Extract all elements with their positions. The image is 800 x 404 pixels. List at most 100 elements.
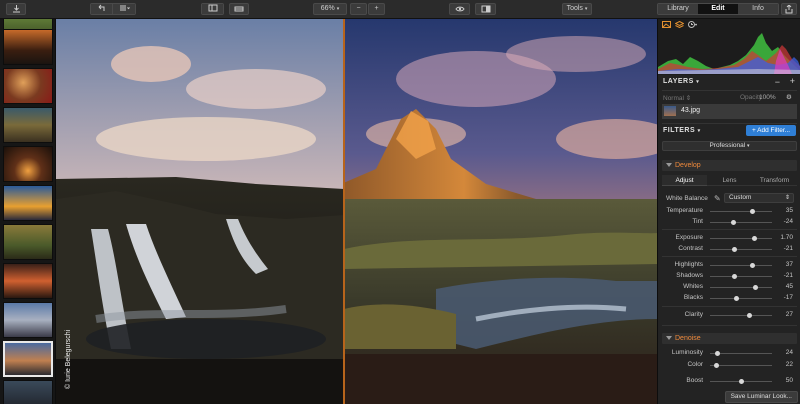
workspace-select[interactable]: Professional ▾ (662, 141, 797, 151)
contrast-value[interactable]: -21 (784, 245, 793, 252)
highlights-slider-handle[interactable] (750, 263, 756, 268)
thumbnail[interactable] (3, 68, 53, 104)
layer-settings-icon[interactable]: ⚙ (786, 93, 792, 101)
clarity-slider-handle[interactable] (746, 313, 752, 318)
blacks-slider[interactable] (710, 298, 772, 299)
opacity-value[interactable]: 100% (759, 94, 776, 101)
color-slider-handle[interactable] (714, 363, 720, 368)
clarity-slider[interactable] (710, 315, 772, 316)
zoom-select[interactable]: 66% ▾ (313, 3, 347, 15)
shadows-slider-handle[interactable] (732, 274, 738, 279)
tint-value[interactable]: -24 (784, 218, 793, 225)
temperature-value[interactable]: 35 (786, 207, 793, 214)
thumbnail[interactable] (3, 185, 53, 221)
eye-icon (454, 6, 465, 12)
highlights-value[interactable]: 37 (786, 261, 793, 268)
exposure-value[interactable]: 1.70 (780, 234, 793, 241)
thumbnail[interactable] (3, 302, 53, 338)
filter-header-denoise[interactable]: Denoise (662, 333, 797, 344)
boost-slider-handle[interactable] (738, 379, 744, 384)
histogram-graph (658, 33, 800, 74)
share-button[interactable] (781, 3, 797, 15)
add-filter-button[interactable]: + Add Filter... (746, 125, 796, 136)
filmstrip-toggle-button[interactable] (229, 3, 249, 15)
panel-layout-button[interactable] (202, 4, 223, 14)
thumbnail-selected[interactable] (3, 341, 53, 377)
history-list-button[interactable] (112, 4, 135, 14)
layer-row[interactable]: 43.jpg (662, 104, 797, 119)
whites-label: Whites (683, 283, 703, 290)
add-layer-button[interactable]: + (790, 76, 795, 86)
exposure-slider[interactable] (710, 238, 772, 239)
mode-tabs: Library Edit Info (657, 3, 779, 15)
color-value[interactable]: 22 (786, 361, 793, 368)
eyedropper-icon[interactable]: ✎ (714, 194, 721, 203)
undo-button[interactable] (91, 4, 112, 14)
tools-menu[interactable]: Tools ▾ (562, 3, 592, 15)
download-icon (12, 5, 20, 13)
white-balance-value: Custom (729, 194, 752, 201)
group-divider (662, 256, 797, 257)
thumbnail[interactable] (3, 380, 53, 404)
tab-library[interactable]: Library (658, 4, 698, 14)
zoom-in-button[interactable]: + (368, 3, 385, 15)
tab-edit[interactable]: Edit (698, 4, 738, 14)
filters-title-text: FILTERS (663, 127, 696, 134)
thumbnail[interactable] (3, 107, 53, 143)
blacks-slider-handle[interactable] (733, 296, 739, 301)
thumbnail[interactable] (3, 224, 53, 260)
remove-layer-button[interactable]: − (775, 77, 780, 87)
export-button[interactable] (6, 3, 26, 15)
temperature-slider-handle[interactable] (749, 209, 755, 214)
blend-mode-select[interactable]: Normal ⇕ (663, 94, 691, 102)
boost-value[interactable]: 50 (786, 377, 793, 384)
filter-header-develop[interactable]: Develop (662, 160, 797, 171)
temperature-slider[interactable] (710, 211, 772, 212)
tint-slider-handle[interactable] (731, 220, 737, 225)
highlights-slider[interactable] (710, 265, 772, 266)
thumbnail[interactable] (3, 146, 53, 182)
clarity-value[interactable]: 27 (786, 311, 793, 318)
before-after-split-line[interactable] (343, 19, 345, 404)
whites-slider[interactable] (710, 287, 772, 288)
tab-info[interactable]: Info (738, 4, 778, 14)
save-look-button[interactable]: Save Luminar Look... (724, 391, 798, 403)
whites-value[interactable]: 45 (786, 283, 793, 290)
tint-slider[interactable] (710, 222, 772, 223)
zoom-out-button[interactable]: − (350, 3, 367, 15)
chevron-down-icon: ▾ (697, 128, 701, 134)
preview-button[interactable] (449, 3, 470, 15)
group-divider (662, 229, 797, 230)
shadows-value[interactable]: -21 (784, 272, 793, 279)
shadows-slider[interactable] (710, 276, 772, 277)
tab-adjust[interactable]: Adjust (662, 175, 707, 186)
exposure-slider-handle[interactable] (752, 236, 758, 241)
blend-mode-value: Normal (663, 95, 684, 102)
tab-lens[interactable]: Lens (707, 175, 752, 186)
layers-stack-icon[interactable] (674, 20, 685, 30)
filters-title[interactable]: FILTERS ▾ (663, 127, 701, 134)
compare-icon (481, 5, 490, 13)
chevron-down-icon: ▾ (336, 6, 340, 12)
image-canvas[interactable]: © Iurie Belegurschi (56, 19, 657, 404)
histogram-toggle-icon[interactable] (662, 21, 671, 30)
luminosity-slider-handle[interactable] (714, 351, 720, 356)
compare-button[interactable] (475, 3, 496, 15)
history-clock-icon[interactable] (688, 21, 698, 30)
whites-slider-handle[interactable] (752, 285, 758, 290)
list-icon (119, 5, 130, 11)
thumbnail[interactable] (3, 29, 53, 65)
exposure-label: Exposure (675, 234, 703, 241)
contrast-slider-handle[interactable] (732, 247, 738, 252)
filter-name-denoise: Denoise (675, 335, 701, 342)
layers-title[interactable]: LAYERS ▾ (663, 78, 699, 85)
color-slider[interactable] (710, 365, 772, 366)
tools-label: Tools (566, 5, 583, 12)
blacks-value[interactable]: -17 (784, 294, 793, 301)
thumbnail[interactable] (3, 263, 53, 299)
layers-title-text: LAYERS (663, 78, 694, 85)
luminosity-value[interactable]: 24 (786, 349, 793, 356)
white-balance-select[interactable]: Custom ⇕ (724, 193, 794, 203)
tab-transform[interactable]: Transform (752, 175, 797, 186)
contrast-slider[interactable] (710, 249, 772, 250)
